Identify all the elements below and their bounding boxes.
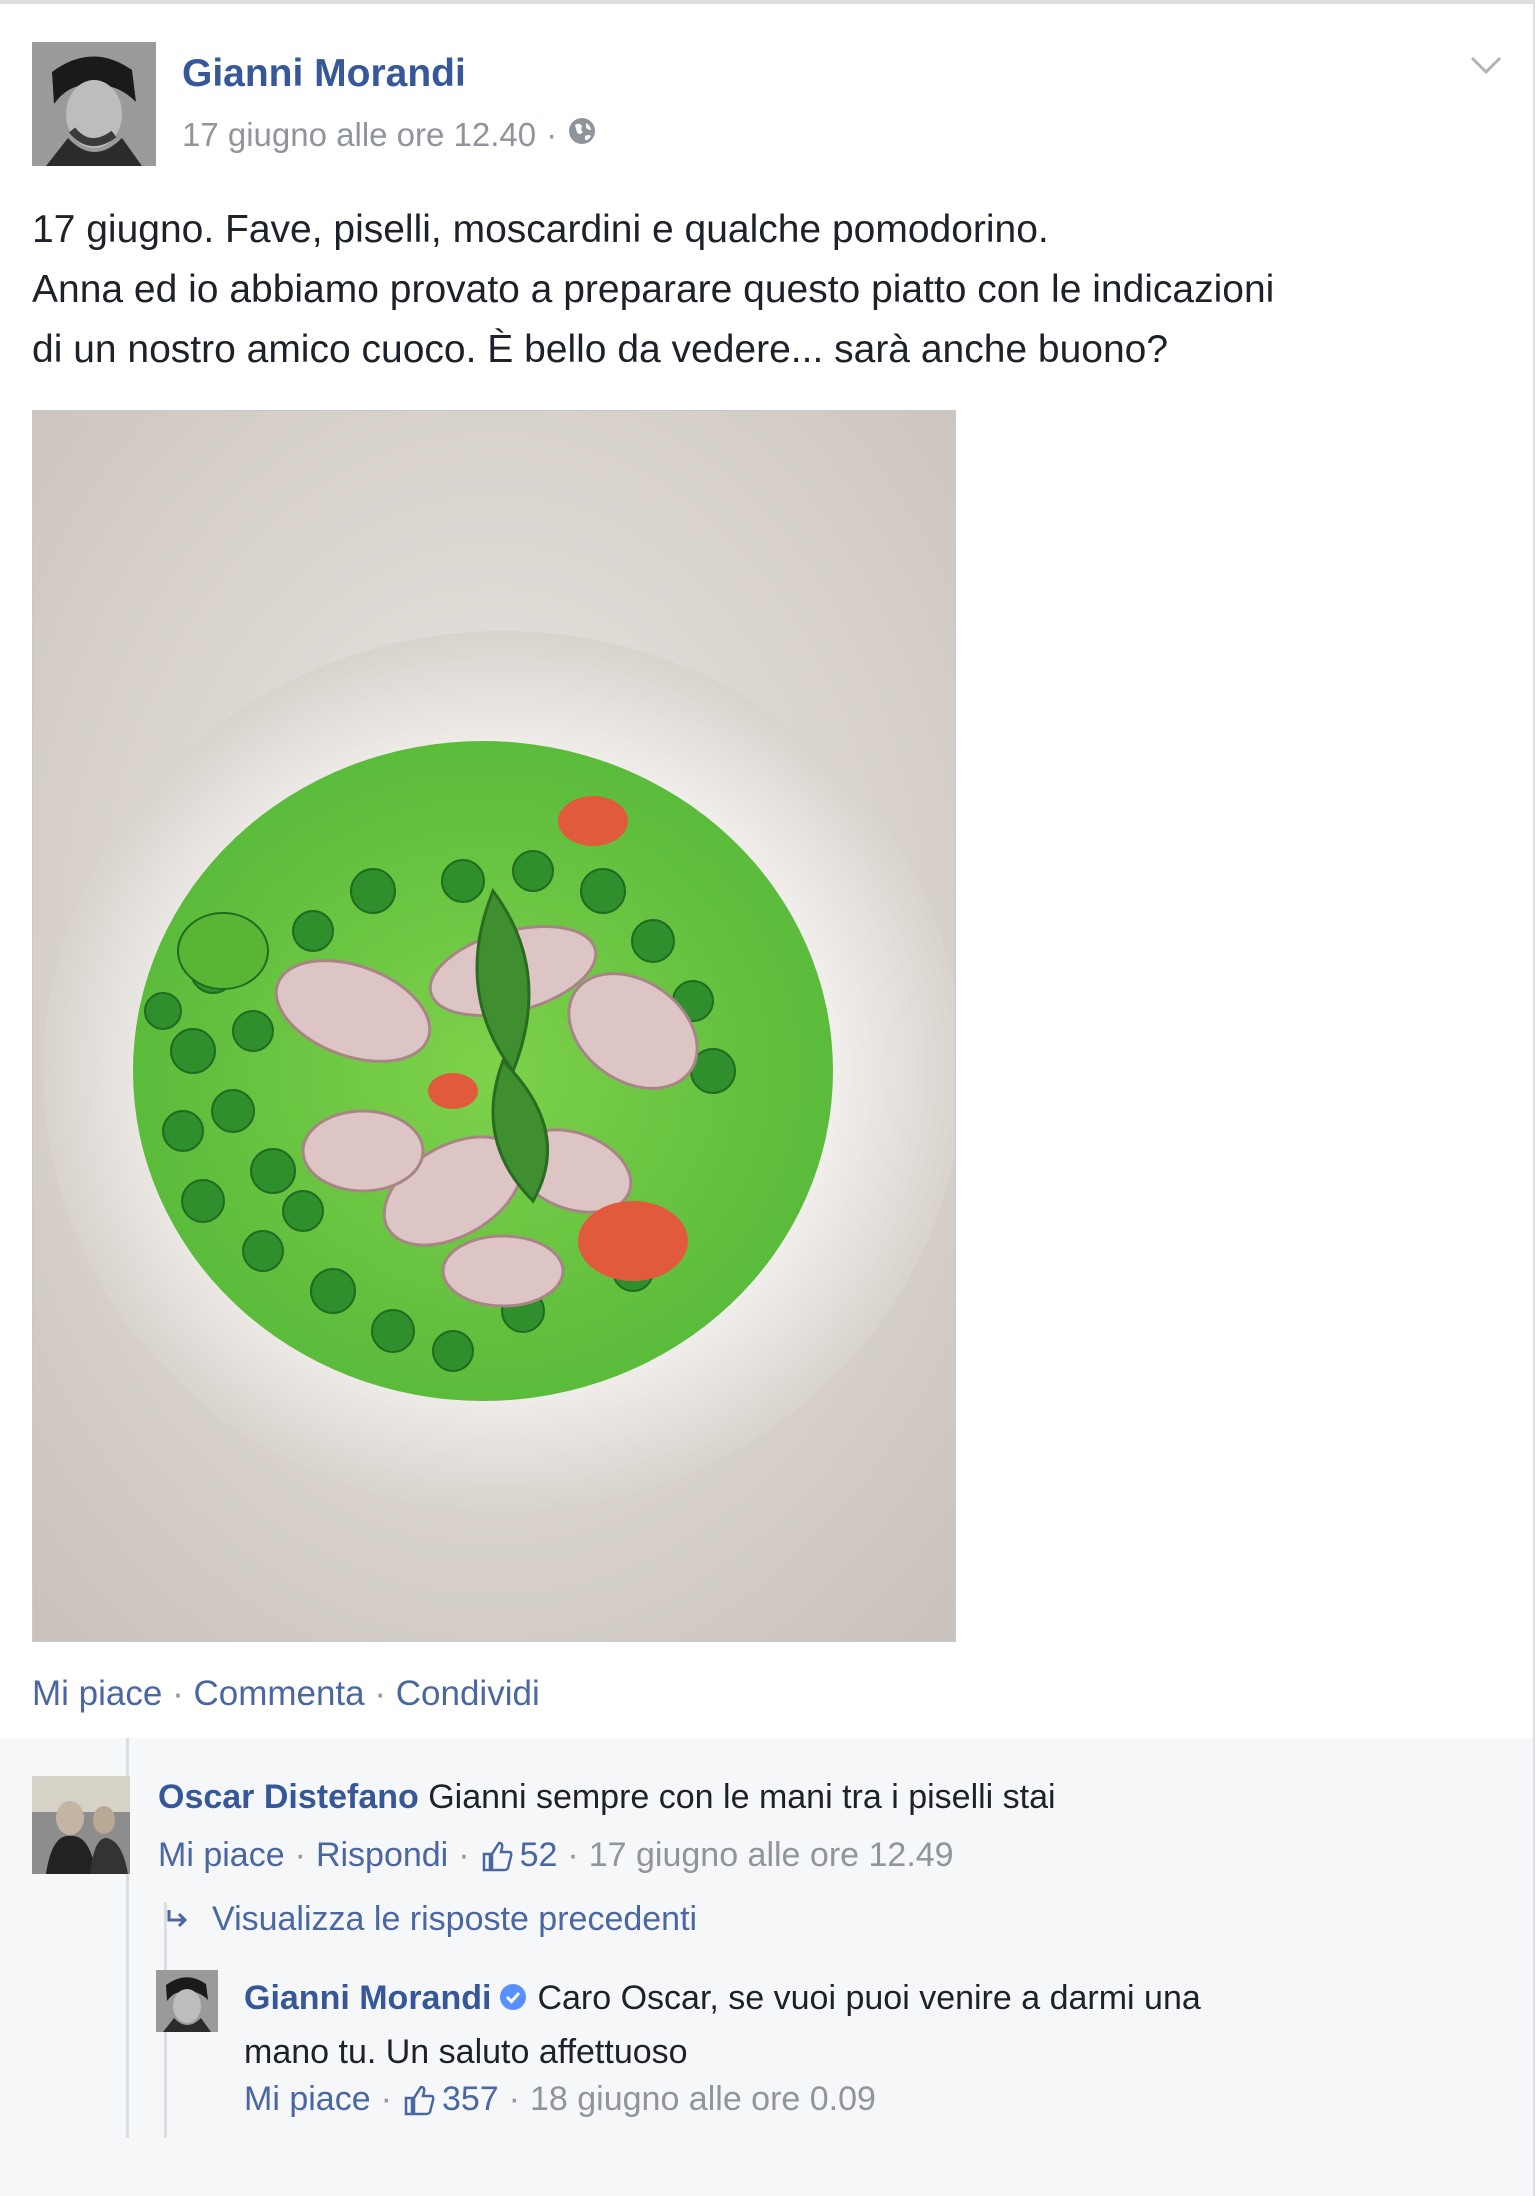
top-border (0, 0, 1535, 4)
verified-badge-icon (499, 1974, 527, 2026)
comment-meta: Mi piace · Rispondi · 52 · 17 giugno all… (158, 1836, 954, 1875)
reply: Gianni Morandi Caro Oscar, se vuoi puoi v… (244, 1972, 1304, 2078)
chevron-down-icon[interactable] (1466, 50, 1506, 80)
reply-text: Caro Oscar, se vuoi puoi venire a darmi … (537, 1979, 1201, 2017)
commenter-avatar[interactable] (32, 1776, 130, 1874)
reply-line-1: Gianni Morandi Caro Oscar, se vuoi puoi v… (244, 1972, 1304, 2026)
reply-author[interactable]: Gianni Morandi (244, 1979, 491, 2017)
view-previous-replies-label: Visualizza le risposte precedenti (212, 1900, 698, 1938)
comment-reply-link[interactable]: Rispondi (316, 1836, 448, 1875)
post-text: 17 giugno. Fave, piselli, moscardini e q… (32, 200, 1492, 380)
reply-timestamp[interactable]: 18 giugno alle ore 0.09 (530, 2080, 876, 2119)
comment: Oscar Distefano Gianni sempre con le man… (158, 1778, 1056, 1817)
like-link[interactable]: Mi piace (32, 1674, 162, 1713)
comment-timestamp[interactable]: 17 giugno alle ore 12.49 (589, 1836, 954, 1875)
comment-author[interactable]: Oscar Distefano (158, 1778, 419, 1816)
post-author-name[interactable]: Gianni Morandi (182, 52, 466, 96)
view-previous-replies[interactable]: Visualizza le risposte precedenti (166, 1900, 697, 1939)
post-text-line: di un nostro amico cuoco. È bello da ved… (32, 328, 1169, 371)
reply-arrow-icon (166, 1900, 190, 1939)
comment-link[interactable]: Commenta (193, 1674, 364, 1713)
post-timestamp[interactable]: 17 giugno alle ore 12.40 (182, 116, 536, 154)
post-photo[interactable] (32, 410, 956, 1642)
globe-icon[interactable] (567, 116, 597, 154)
reply-meta: Mi piace · 357 · 18 giugno alle ore 0.09 (244, 2080, 876, 2119)
post-actions: Mi piace · Commenta · Condividi (32, 1674, 540, 1713)
reply-like-link[interactable]: Mi piace (244, 2080, 371, 2119)
comment-like-count[interactable]: 52 (520, 1836, 558, 1875)
reply-text-continued: mano tu. Un saluto affettuoso (244, 2033, 688, 2072)
thumbs-up-icon[interactable] (480, 1839, 514, 1873)
reply-author-avatar[interactable] (156, 1970, 218, 2032)
author-avatar[interactable] (32, 42, 156, 166)
share-link[interactable]: Condividi (396, 1674, 540, 1713)
comment-like-link[interactable]: Mi piace (158, 1836, 285, 1875)
thumbs-up-icon[interactable] (402, 2083, 436, 2117)
reply-like-count[interactable]: 357 (442, 2080, 499, 2119)
post-text-line: 17 giugno. Fave, piselli, moscardini e q… (32, 208, 1049, 251)
post-meta: 17 giugno alle ore 12.40 · (182, 116, 597, 154)
post-text-line: Anna ed io abbiamo provato a preparare q… (32, 268, 1275, 311)
comment-text: Gianni sempre con le mani tra i piselli … (428, 1778, 1056, 1816)
